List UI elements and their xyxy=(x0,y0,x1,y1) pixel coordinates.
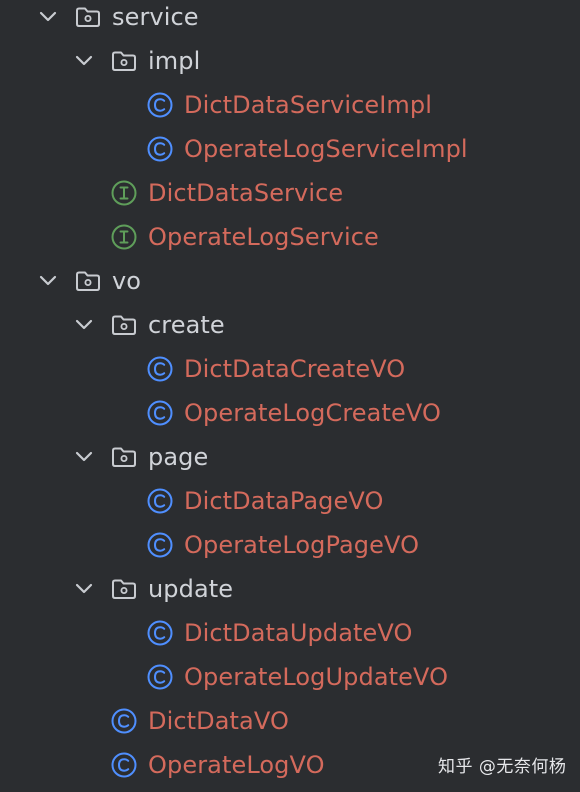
class-icon xyxy=(146,355,174,383)
tree-folder-create[interactable]: create xyxy=(0,308,580,352)
tree-item-label: DictDataUpdateVO xyxy=(184,619,413,647)
folder-icon xyxy=(110,443,138,471)
tree-item-label: update xyxy=(148,575,234,603)
tree-file-operate-log-create-vo[interactable]: OperateLogCreateVO xyxy=(0,396,580,440)
tree-folder-page[interactable]: page xyxy=(0,440,580,484)
tree-file-operate-log-service-impl[interactable]: OperateLogServiceImpl xyxy=(0,132,580,176)
interface-icon xyxy=(110,179,138,207)
chevron-down-icon[interactable] xyxy=(38,270,58,290)
tree-folder-update[interactable]: update xyxy=(0,572,580,616)
project-tree: service impl DictDataServiceImpl OperateLog… xyxy=(0,0,580,790)
class-icon xyxy=(146,135,174,163)
tree-file-dict-data-update-vo[interactable]: DictDataUpdateVO xyxy=(0,616,580,660)
class-icon xyxy=(110,707,138,735)
class-icon xyxy=(146,91,174,119)
tree-folder-vo[interactable]: vo xyxy=(0,264,580,308)
class-icon xyxy=(146,399,174,427)
tree-item-label: OperateLogUpdateVO xyxy=(184,663,449,691)
class-icon xyxy=(146,487,174,515)
tree-item-label: OperateLogServiceImpl xyxy=(184,135,468,163)
interface-icon xyxy=(110,223,138,251)
chevron-down-icon[interactable] xyxy=(74,446,94,466)
folder-icon xyxy=(74,3,102,31)
tree-item-label: OperateLogCreateVO xyxy=(184,399,441,427)
watermark: 知乎 @无奈何杨 xyxy=(438,757,567,777)
tree-item-label: DictDataVO xyxy=(148,707,289,735)
class-icon xyxy=(146,663,174,691)
tree-item-label: service xyxy=(112,3,199,31)
tree-file-dict-data-create-vo[interactable]: DictDataCreateVO xyxy=(0,352,580,396)
folder-icon xyxy=(74,267,102,295)
chevron-down-icon[interactable] xyxy=(38,6,58,26)
tree-item-label: DictDataCreateVO xyxy=(184,355,406,383)
tree-item-label: OperateLogService xyxy=(148,223,379,251)
tree-folder-service[interactable]: service xyxy=(0,0,580,44)
chevron-down-icon[interactable] xyxy=(74,50,94,70)
folder-icon xyxy=(110,47,138,75)
tree-file-dict-data-service-impl[interactable]: DictDataServiceImpl xyxy=(0,88,580,132)
chevron-down-icon[interactable] xyxy=(74,314,94,334)
tree-item-label: DictDataServiceImpl xyxy=(184,91,433,119)
tree-file-dict-data-vo[interactable]: DictDataVO xyxy=(0,704,580,748)
tree-item-label: DictDataService xyxy=(148,179,344,207)
tree-file-operate-log-update-vo[interactable]: OperateLogUpdateVO xyxy=(0,660,580,704)
tree-item-label: create xyxy=(148,311,225,339)
chevron-down-icon[interactable] xyxy=(74,578,94,598)
folder-icon xyxy=(110,311,138,339)
tree-item-label: OperateLogVO xyxy=(148,751,325,779)
tree-file-dict-data-service[interactable]: DictDataService xyxy=(0,176,580,220)
tree-item-label: vo xyxy=(112,267,142,295)
tree-item-label: DictDataPageVO xyxy=(184,487,384,515)
tree-item-label: page xyxy=(148,443,209,471)
folder-icon xyxy=(110,575,138,603)
tree-folder-impl[interactable]: impl xyxy=(0,44,580,88)
tree-file-operate-log-page-vo[interactable]: OperateLogPageVO xyxy=(0,528,580,572)
tree-item-label: impl xyxy=(148,47,201,75)
tree-item-label: OperateLogPageVO xyxy=(184,531,420,559)
class-icon xyxy=(146,531,174,559)
tree-file-operate-log-service[interactable]: OperateLogService xyxy=(0,220,580,264)
tree-file-dict-data-page-vo[interactable]: DictDataPageVO xyxy=(0,484,580,528)
class-icon xyxy=(146,619,174,647)
class-icon xyxy=(110,751,138,779)
